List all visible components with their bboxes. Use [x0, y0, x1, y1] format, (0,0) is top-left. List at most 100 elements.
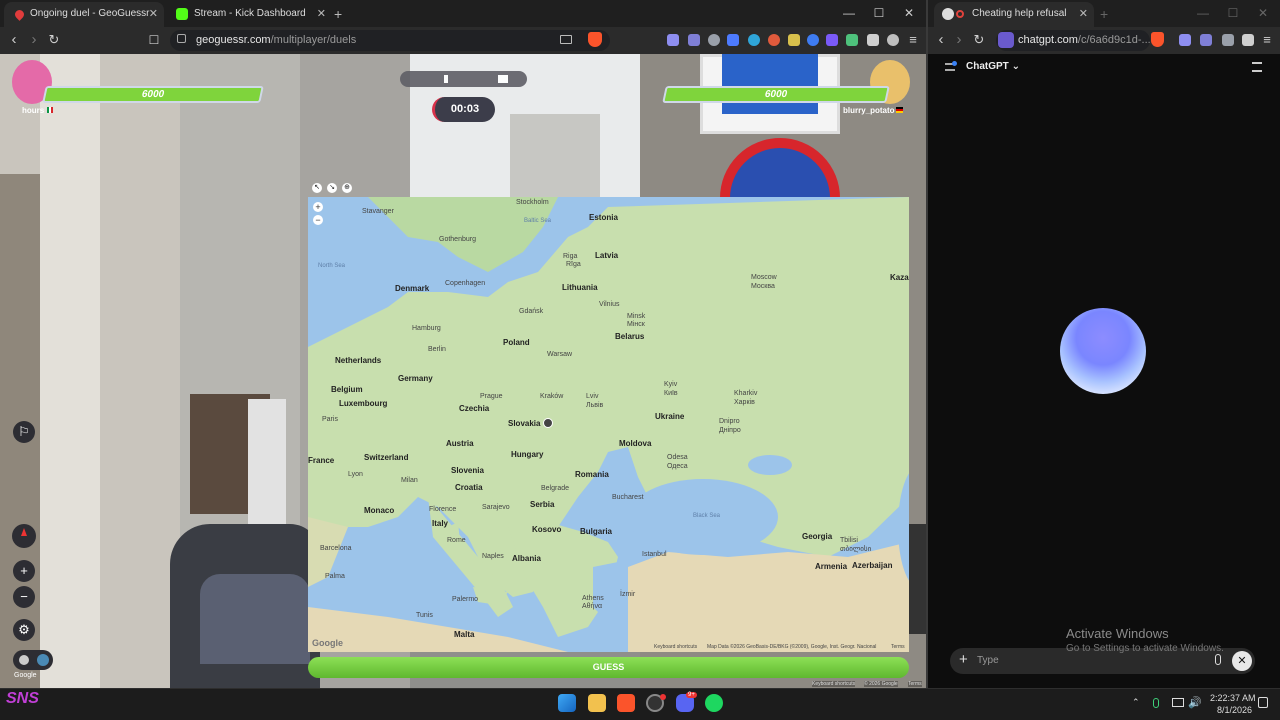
bookmark-icon[interactable]: ☐: [143, 27, 165, 54]
clock-date[interactable]: 8/1/2026: [1210, 705, 1252, 715]
extensions-puzzle-icon[interactable]: [1242, 34, 1254, 46]
map-label: Germany: [398, 374, 433, 383]
extension-icon[interactable]: [727, 34, 739, 46]
tab-chatgpt[interactable]: Cheating help refusal ✕: [934, 2, 1094, 27]
show-hidden-icons-icon[interactable]: ⌃: [1132, 697, 1140, 708]
zoom-in-button[interactable]: +: [13, 560, 35, 582]
close-window-button[interactable]: ✕: [1248, 0, 1278, 27]
pedestrian-crossing-sign: [722, 54, 818, 114]
map-label: North Sea: [318, 263, 346, 269]
chat-toggle-button[interactable]: [13, 650, 53, 670]
map-terms-link[interactable]: Terms: [891, 644, 905, 650]
settings-sliders-icon[interactable]: [1252, 62, 1262, 72]
new-tab-button[interactable]: +: [334, 2, 354, 27]
map-zoom-out-button[interactable]: −: [313, 215, 323, 225]
extension-icon[interactable]: [688, 34, 700, 46]
land-africa: [308, 607, 568, 652]
map-label: Czechia: [459, 404, 490, 413]
file-explorer-icon[interactable]: [588, 694, 606, 712]
brave-shield-icon[interactable]: [1151, 32, 1164, 47]
network-icon[interactable]: [1172, 698, 1184, 707]
minimize-button[interactable]: —: [1188, 0, 1218, 27]
map-label: Kazan: [890, 273, 909, 282]
extensions-puzzle-icon[interactable]: [867, 34, 879, 46]
leo-ai-icon[interactable]: [887, 34, 899, 46]
settings-gear-icon[interactable]: ⚙: [13, 619, 35, 641]
extension-icon[interactable]: [1200, 34, 1212, 46]
extension-icon[interactable]: [748, 34, 760, 46]
notification-center-icon[interactable]: [1258, 697, 1268, 708]
reload-icon[interactable]: ↻: [43, 27, 65, 54]
end-voice-button[interactable]: ✕: [1232, 651, 1252, 671]
extension-icon[interactable]: [826, 34, 838, 46]
map-keyboard-shortcuts-link[interactable]: Keyboard shortcuts: [654, 644, 697, 650]
map-shrink-icon[interactable]: ↖: [312, 183, 322, 193]
microphone-in-use-icon[interactable]: [1153, 698, 1159, 708]
brave-browser-icon[interactable]: [617, 694, 635, 712]
extension-icon[interactable]: [846, 34, 858, 46]
microphone-permission-icon[interactable]: [998, 32, 1014, 48]
address-bar[interactable]: geoguessr.com/multiplayer/duels: [170, 30, 610, 51]
map-label: თბილისი: [840, 546, 872, 553]
forward-icon[interactable]: ›: [948, 27, 970, 54]
zoom-out-button[interactable]: −: [13, 586, 35, 608]
spotify-icon[interactable]: [705, 694, 723, 712]
street-keyboard-shortcuts-link[interactable]: Keyboard shortcuts: [812, 681, 856, 687]
map-label: Dnipro: [719, 418, 740, 425]
forward-icon[interactable]: ›: [23, 27, 45, 54]
prompt-placeholder[interactable]: Type: [977, 655, 999, 666]
menu-icon[interactable]: ≡: [902, 27, 924, 54]
extension-icon[interactable]: [788, 34, 800, 46]
map-label: Milan: [401, 477, 418, 484]
new-tab-button[interactable]: +: [1100, 2, 1120, 27]
menu-icon[interactable]: ≡: [1256, 27, 1278, 54]
extension-icon[interactable]: [667, 34, 679, 46]
close-tab-icon[interactable]: ✕: [317, 2, 326, 26]
tab-geoguessr[interactable]: Ongoing duel - GeoGuessr ✕: [4, 2, 164, 27]
extension-icon[interactable]: [1222, 34, 1234, 46]
close-tab-icon[interactable]: ✕: [149, 2, 158, 26]
back-icon[interactable]: ‹: [3, 27, 25, 54]
map-label: Hungary: [511, 450, 544, 459]
map-label: Belgrade: [541, 485, 570, 492]
compass-icon[interactable]: [12, 524, 36, 548]
map-pin-icon[interactable]: ⊕: [342, 183, 352, 193]
maximize-button[interactable]: ☐: [1218, 0, 1248, 27]
guess-map[interactable]: Estonia Latvia Lithuania Denmark Belarus…: [308, 197, 909, 652]
land-scandinavia: [368, 197, 558, 272]
brave-shield-icon[interactable]: [588, 32, 602, 47]
close-tab-icon[interactable]: ✕: [1079, 2, 1088, 26]
map-label: Monaco: [364, 506, 395, 515]
reload-icon[interactable]: ↻: [968, 27, 990, 54]
chatgpt-model-selector[interactable]: ChatGPT ⌄: [966, 61, 1020, 72]
extension-icon[interactable]: [768, 34, 780, 46]
extension-icon[interactable]: [708, 34, 720, 46]
site-settings-icon[interactable]: [177, 34, 186, 43]
tab-kick[interactable]: Stream - Kick Dashboard ✕: [168, 2, 332, 27]
map-label: Paris: [322, 416, 338, 423]
clock-time[interactable]: 2:22:37 AM: [1210, 693, 1256, 703]
left-browser-window: Ongoing duel - GeoGuessr ✕ Stream - Kick…: [0, 0, 926, 688]
close-window-button[interactable]: ✕: [894, 0, 924, 27]
guess-button[interactable]: GUESS: [308, 657, 909, 678]
map-label: Одеса: [667, 463, 688, 470]
street-terms-link[interactable]: Terms: [908, 681, 922, 687]
start-windows-icon[interactable]: [558, 694, 576, 712]
report-icon[interactable]: ⚐: [13, 421, 35, 443]
address-bar[interactable]: chatgpt.com/c/6a6d9c1d-...: [996, 30, 1150, 51]
extension-icon[interactable]: [1179, 34, 1191, 46]
map-label: Дніпро: [719, 427, 741, 434]
microphone-icon[interactable]: [1215, 654, 1221, 665]
map-label: Athens: [582, 595, 604, 602]
windows-taskbar: [0, 688, 1280, 720]
maximize-button[interactable]: ☐: [864, 0, 894, 27]
map-expand-icon[interactable]: ↘: [327, 183, 337, 193]
map-label: Stavanger: [362, 208, 394, 215]
map-zoom-in-button[interactable]: +: [313, 202, 323, 212]
extension-icon[interactable]: [807, 34, 819, 46]
volume-icon[interactable]: 🔊: [1188, 696, 1202, 709]
cast-icon[interactable]: [560, 35, 572, 44]
add-attachment-icon[interactable]: +: [959, 651, 968, 668]
map-label: Minsk: [627, 313, 646, 320]
minimize-button[interactable]: —: [834, 0, 864, 27]
